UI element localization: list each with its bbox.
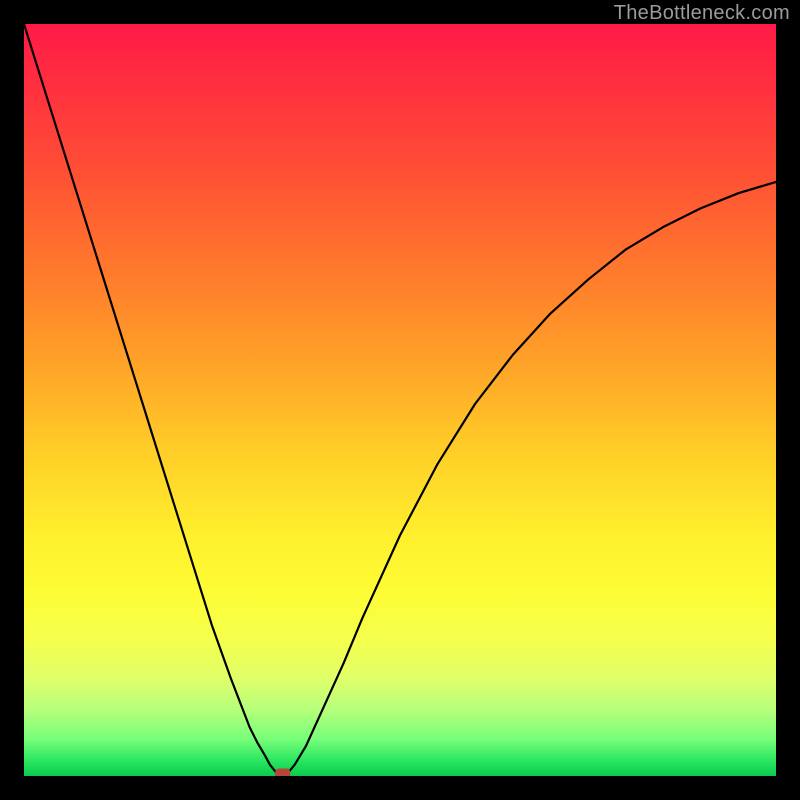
bottleneck-curve (24, 24, 776, 776)
minimum-marker (276, 769, 290, 776)
chart-frame: TheBottleneck.com (0, 0, 800, 800)
plot-area (24, 24, 776, 776)
watermark-text: TheBottleneck.com (614, 2, 790, 25)
chart-svg (24, 24, 776, 776)
